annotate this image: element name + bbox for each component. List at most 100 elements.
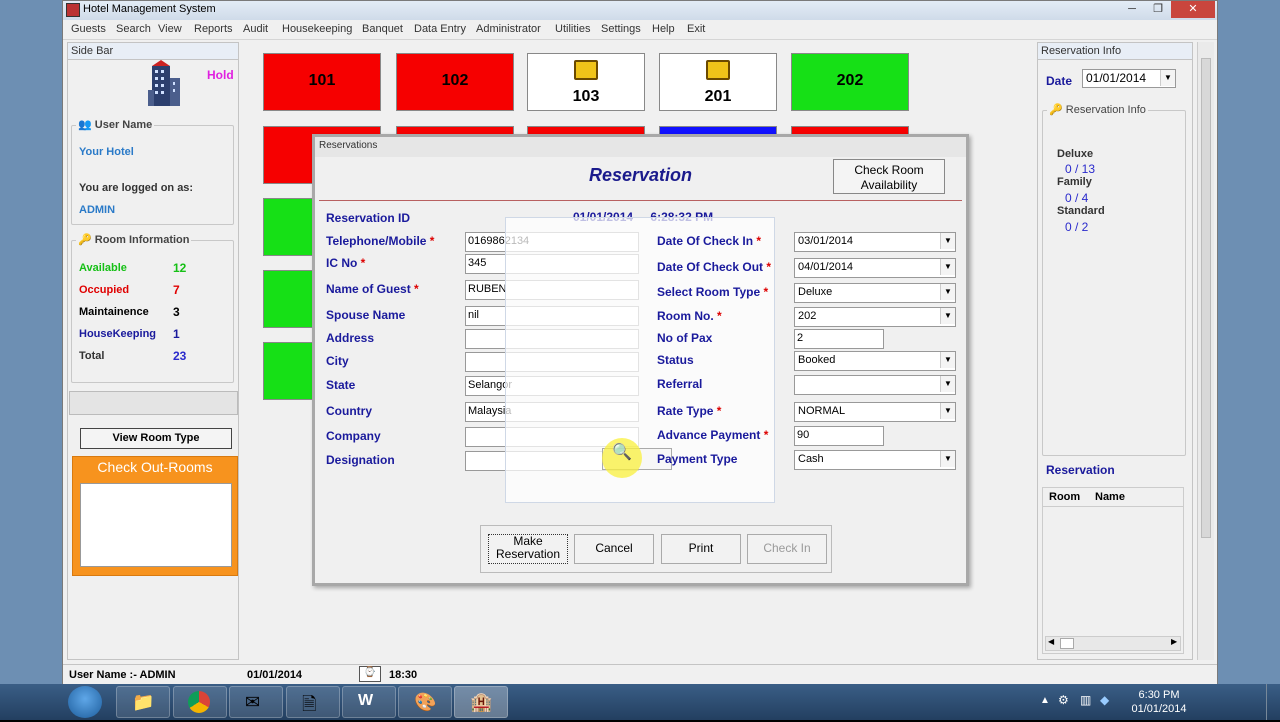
field-input[interactable]: 2	[794, 329, 884, 349]
field-label-text: Spouse Name	[326, 308, 406, 322]
field-label-text: Referral	[657, 377, 703, 391]
room-tile-103[interactable]: 103	[527, 53, 645, 111]
field-dropdown[interactable]: 202 ▼	[794, 307, 956, 327]
room-type-deluxe-count: 0 / 13	[1065, 162, 1096, 176]
room-number: 101	[308, 72, 336, 89]
taskbar-clock[interactable]: 6:30 PM 01/01/2014	[1126, 688, 1192, 716]
stat-value: 7	[173, 283, 180, 297]
reservation-id-label: Reservation ID	[326, 211, 411, 225]
check-room-availability-button[interactable]: Check Room Availability	[833, 159, 945, 194]
room-tile-201[interactable]: 201	[659, 53, 777, 111]
document-icon: 🗎	[302, 694, 317, 714]
required-mark: *	[763, 260, 772, 274]
maximize-button[interactable]: ❐	[1145, 1, 1171, 18]
menu-reports[interactable]: Reports	[194, 23, 233, 35]
taskbar-app3[interactable]: ✉	[229, 686, 283, 718]
dropdown-arrow-icon: ▼	[940, 233, 955, 249]
field-label-text: Country	[326, 404, 372, 418]
col-name[interactable]: Name	[1095, 491, 1125, 503]
room-tile-101[interactable]: 101	[263, 53, 381, 111]
minimize-button[interactable]: ─	[1119, 1, 1145, 18]
scroll-left-icon[interactable]: ◀	[1048, 637, 1054, 646]
tray-expand-icon[interactable]: ▲	[1040, 695, 1050, 706]
field-label: Payment Type	[657, 452, 737, 466]
menu-settings[interactable]: Settings	[601, 23, 641, 35]
field-dropdown[interactable]: 04/01/2014 ▼	[794, 258, 956, 278]
taskbar-hotel-app[interactable]: 🏨	[454, 686, 508, 718]
show-desktop-button[interactable]	[1266, 684, 1280, 720]
field-label: Date Of Check In *	[657, 234, 761, 248]
menu-guests[interactable]: Guests	[71, 23, 106, 35]
field-dropdown[interactable]: 03/01/2014 ▼	[794, 232, 956, 252]
field-label: Referral	[657, 377, 702, 391]
room-type-family-count: 0 / 4	[1065, 191, 1089, 205]
field-dropdown[interactable]: Deluxe ▼	[794, 283, 956, 303]
taskbar-paint[interactable]: 🎨	[398, 686, 452, 718]
app-icon	[66, 3, 80, 17]
menu-data-entry[interactable]: Data Entry	[414, 23, 466, 35]
hold-label[interactable]: Hold	[207, 68, 234, 82]
print-button[interactable]: Print	[661, 534, 741, 564]
taskbar-explorer[interactable]: 📁	[116, 686, 170, 718]
menu-help[interactable]: Help	[652, 23, 675, 35]
field-label-text: IC No	[326, 256, 358, 270]
field-label: Telephone/Mobile *	[326, 234, 434, 248]
field-label: Rate Type *	[657, 404, 721, 418]
scroll-right-icon[interactable]: ▶	[1171, 637, 1177, 646]
start-button[interactable]	[68, 686, 102, 718]
room-number: 102	[441, 72, 469, 89]
status-bar: User Name :- ADMIN 01/01/2014 ⌚ 18:30	[63, 664, 1217, 684]
field-dropdown[interactable]: Cash ▼	[794, 450, 956, 470]
field-dropdown[interactable]: NORMAL ▼	[794, 402, 956, 422]
dropdown-arrow-icon: ▼	[940, 451, 955, 467]
horizontal-scrollbar[interactable]: ◀ ▶	[1045, 636, 1181, 651]
checkout-rooms-list[interactable]	[80, 483, 232, 567]
room-type-family: Family	[1057, 176, 1092, 188]
dropbox-icon[interactable]: ◆	[1100, 693, 1109, 707]
taskbar-word[interactable]: W	[342, 686, 396, 718]
make-reservation-button[interactable]: Make Reservation	[488, 534, 568, 564]
network-icon[interactable]: ▥	[1080, 693, 1091, 707]
field-label-text: City	[326, 354, 349, 368]
menu-search[interactable]: Search	[116, 23, 151, 35]
menu-view[interactable]: View	[158, 23, 182, 35]
taskbar-chrome[interactable]	[173, 686, 227, 718]
vertical-scroll-thumb[interactable]	[1201, 58, 1211, 538]
date-picker[interactable]: 01/01/2014 ▼	[1082, 69, 1176, 88]
sidebar-header: Side Bar	[68, 43, 238, 60]
field-dropdown[interactable]: Booked ▼	[794, 351, 956, 371]
reservation-info-group-title: Reservation Info	[1065, 104, 1146, 116]
clock-icon: ⌚	[359, 666, 381, 682]
menu-housekeeping[interactable]: Housekeeping	[282, 23, 352, 35]
dropdown-arrow-icon: ▼	[940, 376, 955, 392]
housekeeping-icon	[706, 60, 730, 80]
taskbar-app4[interactable]: 🗎	[286, 686, 340, 718]
cancel-button[interactable]: Cancel	[574, 534, 654, 564]
dropdown-arrow-icon: ▼	[940, 403, 955, 419]
col-room[interactable]: Room	[1049, 491, 1080, 503]
menu-banquet[interactable]: Banquet	[362, 23, 403, 35]
reservation-list[interactable]: Room Name ◀ ▶	[1042, 487, 1184, 654]
close-button[interactable]: ✕	[1171, 1, 1215, 18]
sidebar-blank-bar	[69, 391, 238, 415]
room-tile-202[interactable]: 202	[791, 53, 909, 111]
field-dropdown[interactable]: ▼	[794, 375, 956, 395]
check-in-button[interactable]: Check In	[747, 534, 827, 564]
required-mark: *	[410, 282, 419, 296]
vertical-scrollbar[interactable]	[1197, 42, 1214, 660]
menu-audit[interactable]: Audit	[243, 23, 268, 35]
menu-utilities[interactable]: Utilities	[555, 23, 590, 35]
room-tile-102[interactable]: 102	[396, 53, 514, 111]
menu-administrator[interactable]: Administrator	[476, 23, 541, 35]
scroll-thumb[interactable]	[1060, 638, 1074, 649]
field-label: State	[326, 378, 355, 392]
tray-icon-1[interactable]: ⚙	[1058, 693, 1069, 707]
view-room-type-button[interactable]: View Room Type	[80, 428, 232, 449]
paint-icon: 🎨	[414, 692, 437, 712]
status-user: User Name :- ADMIN	[69, 669, 176, 681]
field-label: Designation	[326, 453, 395, 467]
menu-exit[interactable]: Exit	[687, 23, 705, 35]
user-group-title: User Name	[94, 119, 153, 131]
room-type-deluxe: Deluxe	[1057, 148, 1094, 160]
field-input[interactable]: 90	[794, 426, 884, 446]
